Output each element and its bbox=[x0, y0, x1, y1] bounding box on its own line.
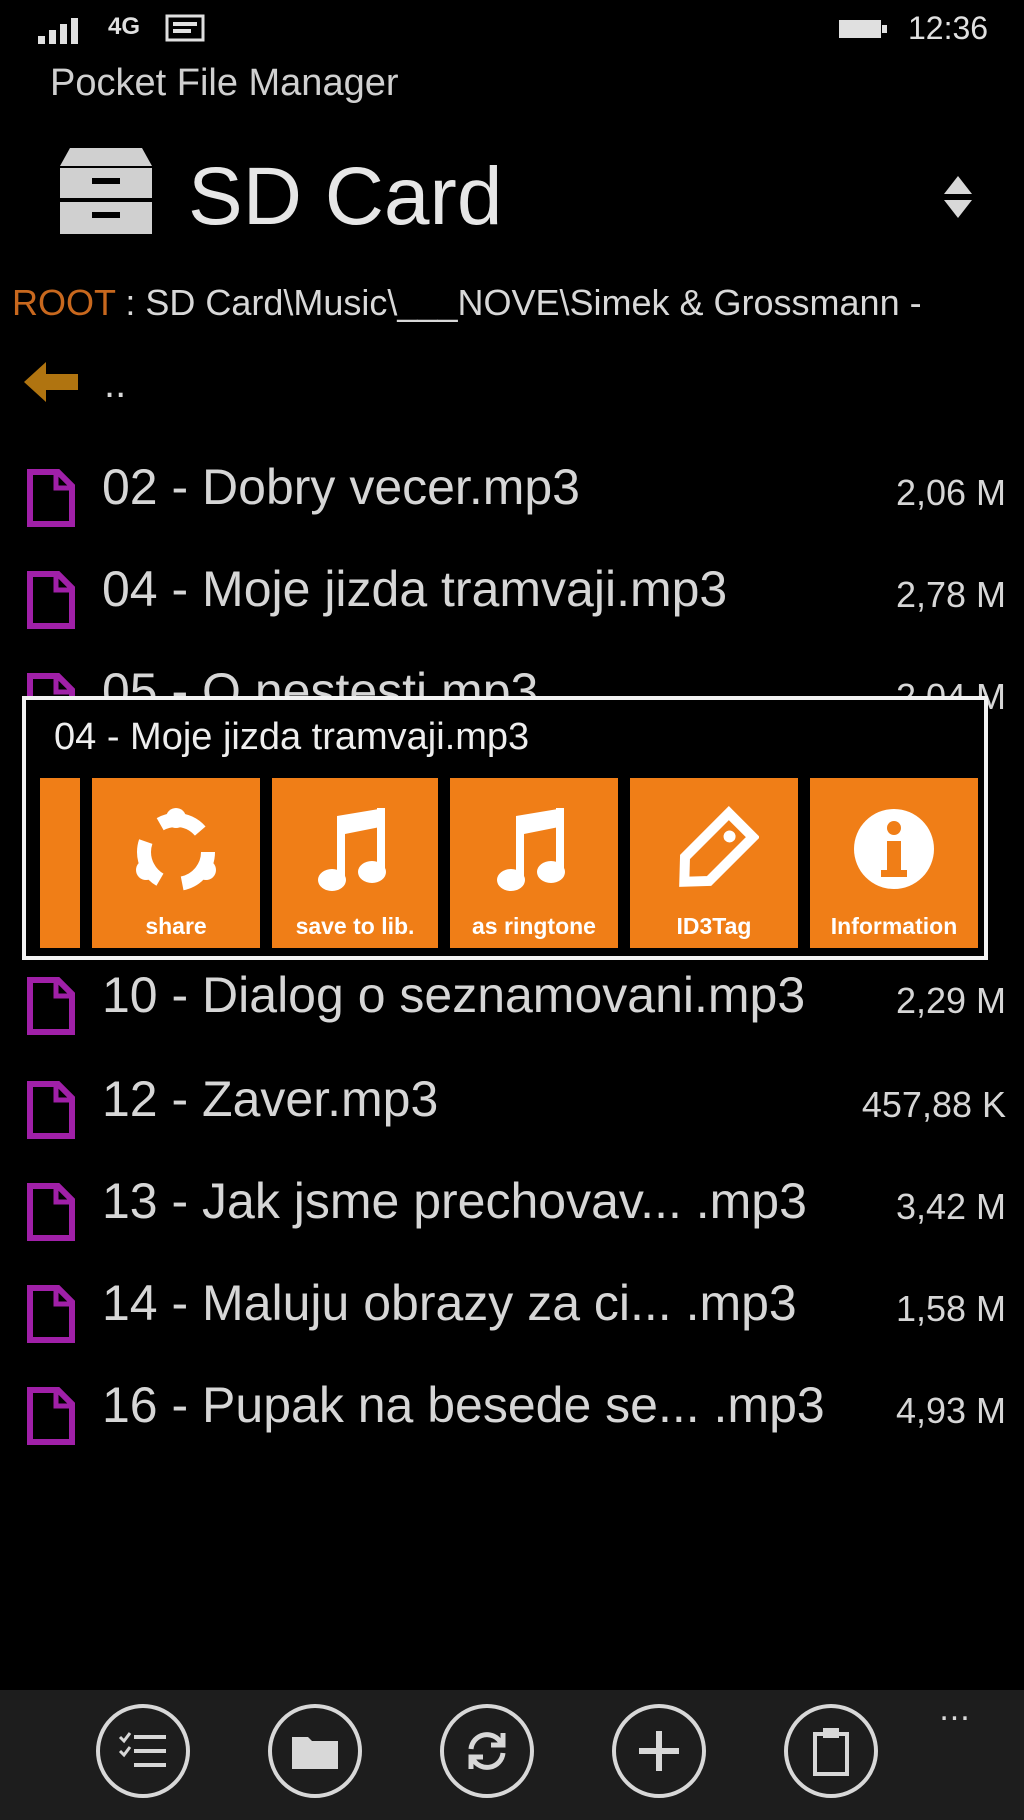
file-name: 04 - Moje jizda tramvaji.mp3 bbox=[102, 561, 728, 617]
network-type: 4G bbox=[108, 13, 141, 40]
audio-file-icon bbox=[27, 571, 75, 629]
back-arrow-icon bbox=[24, 362, 78, 402]
audio-file-icon bbox=[27, 1387, 75, 1445]
add-button[interactable] bbox=[612, 1704, 706, 1798]
share-button[interactable]: share bbox=[92, 778, 260, 948]
breadcrumb-path: : SD Card\Music\___NOVE\Simek & Grossman… bbox=[115, 282, 922, 323]
file-size: 2,06 M bbox=[895, 472, 1006, 513]
sort-toggle-icon[interactable] bbox=[940, 174, 976, 220]
breadcrumb[interactable]: ROOT : SD Card\Music\___NOVE\Simek & Gro… bbox=[12, 282, 1024, 324]
list-item[interactable]: 13 - Jak jsme prechovav... .mp3 3,42 M bbox=[0, 1160, 1024, 1256]
file-size: 4,93 M bbox=[895, 1390, 1006, 1431]
file-name: 16 - Pupak na besede se... .mp3 bbox=[102, 1377, 825, 1433]
context-action-partial[interactable] bbox=[40, 778, 80, 948]
page-title: SD Card bbox=[188, 151, 503, 242]
list-select-icon bbox=[118, 1732, 166, 1767]
file-size: 2,29 M bbox=[895, 980, 1006, 1021]
list-item[interactable]: 12 - Zaver.mp3 457,88 K bbox=[0, 1058, 1024, 1154]
file-name: 10 - Dialog o seznamovani.mp3 bbox=[102, 967, 806, 1023]
list-item[interactable]: 04 - Moje jizda tramvaji.mp3 2,78 M bbox=[0, 548, 1024, 644]
file-size: 3,42 M bbox=[895, 1186, 1006, 1227]
list-item[interactable]: 10 - Dialog o seznamovani.mp3 2,29 M bbox=[0, 954, 1024, 1050]
music-note-icon bbox=[318, 808, 386, 891]
as-ringtone-button[interactable]: as ringtone bbox=[450, 778, 618, 948]
as-ringtone-label: as ringtone bbox=[472, 913, 596, 939]
audio-file-icon bbox=[27, 1081, 75, 1139]
file-name: 14 - Maluju obrazy za ci... .mp3 bbox=[102, 1275, 797, 1331]
context-menu-title: 04 - Moje jizda tramvaji.mp3 bbox=[54, 716, 530, 758]
audio-file-icon bbox=[27, 977, 75, 1035]
context-menu: 04 - Moje jizda tramvaji.mp3 share save … bbox=[22, 696, 988, 960]
select-list-button[interactable] bbox=[96, 1704, 190, 1798]
save-to-library-label: save to lib. bbox=[295, 913, 415, 939]
info-icon bbox=[854, 809, 934, 889]
audio-file-icon bbox=[27, 1285, 75, 1343]
paste-button[interactable] bbox=[784, 1704, 878, 1798]
add-icon bbox=[639, 1731, 679, 1771]
app-title: Pocket File Manager bbox=[50, 62, 399, 104]
parent-folder-label: .. bbox=[104, 362, 127, 406]
file-name: 13 - Jak jsme prechovav... .mp3 bbox=[102, 1173, 807, 1229]
music-note-icon bbox=[497, 808, 565, 891]
app-bar: ... bbox=[0, 1690, 1024, 1820]
signal-strength-icon bbox=[38, 14, 84, 44]
tag-icon bbox=[679, 806, 759, 887]
parent-folder-item[interactable]: .. bbox=[0, 356, 1024, 426]
status-time: 12:36 bbox=[908, 10, 989, 46]
file-name: 02 - Dobry vecer.mp3 bbox=[102, 459, 580, 515]
share-icon bbox=[136, 808, 216, 891]
share-label: share bbox=[145, 913, 207, 939]
id3tag-button[interactable]: ID3Tag bbox=[630, 778, 798, 948]
list-item[interactable]: 16 - Pupak na besede se... .mp3 4,93 M bbox=[0, 1364, 1024, 1460]
status-bar: 4G 12:36 bbox=[0, 0, 1024, 60]
file-size: 1,58 M bbox=[895, 1288, 1006, 1329]
refresh-icon bbox=[468, 1732, 506, 1770]
audio-file-icon bbox=[27, 469, 75, 527]
file-size: 2,78 M bbox=[895, 574, 1006, 615]
list-item[interactable]: 02 - Dobry vecer.mp3 2,06 M bbox=[0, 446, 1024, 542]
information-button[interactable]: Information bbox=[810, 778, 978, 948]
information-label: Information bbox=[830, 913, 958, 939]
drawer-icon bbox=[60, 148, 152, 234]
breadcrumb-root[interactable]: ROOT bbox=[12, 282, 115, 323]
id3tag-label: ID3Tag bbox=[676, 913, 752, 939]
more-options-button[interactable]: ... bbox=[930, 1690, 980, 1730]
refresh-button[interactable] bbox=[440, 1704, 534, 1798]
audio-file-icon bbox=[27, 1183, 75, 1241]
battery-icon bbox=[839, 20, 887, 38]
new-folder-button[interactable] bbox=[268, 1704, 362, 1798]
file-size: 457,88 K bbox=[861, 1084, 1006, 1125]
message-icon bbox=[165, 14, 205, 42]
save-to-library-button[interactable]: save to lib. bbox=[272, 778, 438, 948]
paste-icon bbox=[813, 1728, 849, 1776]
folder-icon bbox=[292, 1737, 338, 1769]
file-name: 12 - Zaver.mp3 bbox=[102, 1071, 439, 1127]
list-item[interactable]: 14 - Maluju obrazy za ci... .mp3 1,58 M bbox=[0, 1262, 1024, 1358]
